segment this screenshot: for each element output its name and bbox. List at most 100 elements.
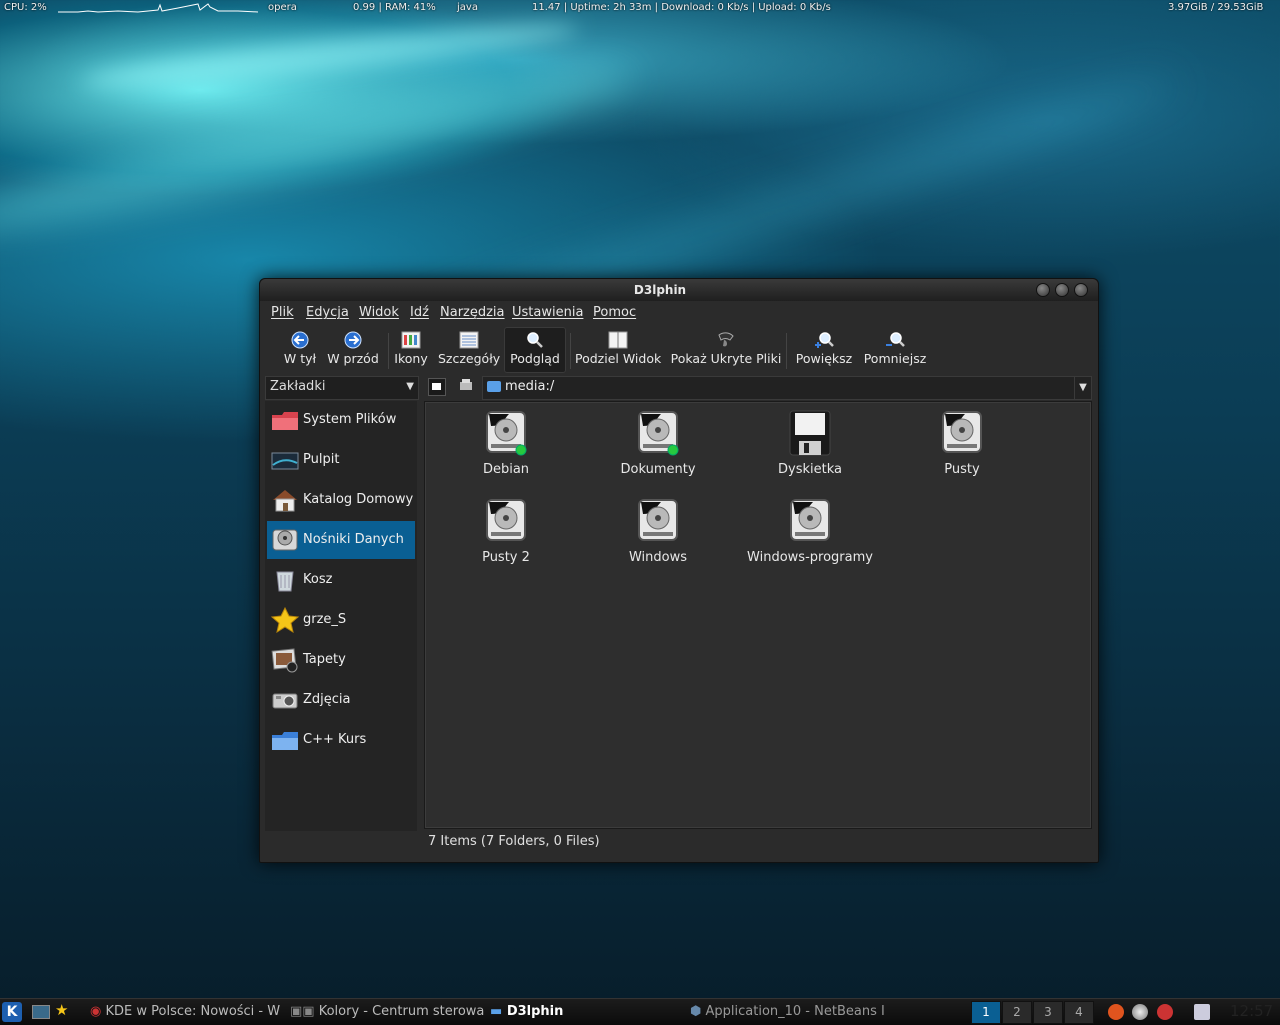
clear-icon (460, 379, 472, 390)
file-item-dokumenty[interactable]: Dokumenty (588, 408, 728, 488)
menu-plik[interactable]: Plik (271, 305, 294, 320)
file-manager-window: D3lphin Plik Edycja Widok Idź Narzędzia … (259, 278, 1099, 863)
maximize-button[interactable] (1055, 283, 1069, 297)
forward-button[interactable]: W przód (326, 327, 380, 373)
sidebar-item-system-plikow[interactable]: System Plików (267, 401, 415, 439)
process-name: opera (268, 2, 297, 13)
details-view-icon (459, 331, 479, 349)
file-item-pusty[interactable]: Pusty (892, 408, 1032, 488)
desktop-2[interactable]: 2 (1002, 1001, 1032, 1024)
cd-player-icon[interactable] (1132, 1004, 1148, 1020)
clear-location-button[interactable] (458, 377, 474, 393)
task-netbeans[interactable]: ⬢ Application_10 - NetBeans I (690, 1004, 886, 1019)
hidden-files-icon (718, 332, 734, 347)
disk-readout: 3.97GiB / 29.53GiB (1168, 2, 1264, 13)
split-view-button[interactable]: Podziel Widok (575, 327, 661, 373)
sidebar-item-tapety[interactable]: Tapety (267, 641, 415, 679)
toggle-location-editable-button[interactable] (428, 378, 446, 396)
location-input[interactable]: media:/ (505, 379, 554, 394)
browser-icon: ◉ (90, 1004, 102, 1019)
time-uptime-readout: 11.47 | Uptime: 2h 33m | Download: 0 Kb/… (532, 2, 831, 13)
preview-button[interactable]: Podgląd (504, 327, 566, 373)
red-folder-icon (272, 412, 298, 430)
zoom-out-icon (886, 332, 905, 347)
location-bar[interactable]: media:/ ▼ (482, 376, 1092, 400)
file-item-windows-programy[interactable]: Windows-programy (740, 496, 880, 576)
taskbar: K ★ ◉ KDE w Polsce: Nowości - Wy ▣▣ Kolo… (0, 998, 1280, 1025)
sidebar-item-katalog-domowy[interactable]: Katalog Domowy (267, 481, 415, 519)
desktop-4[interactable]: 4 (1064, 1001, 1094, 1024)
star-icon[interactable]: ★ (55, 1001, 68, 1019)
toolbar: W tył W przód Ikony Szczegóły Podgląd Po… (260, 327, 1098, 373)
sidebar-item-grze-s[interactable]: grze_S (267, 601, 415, 639)
menu-ustawienia[interactable]: Ustawienia (512, 305, 583, 320)
sidebar-item-nosniki-danych[interactable]: Nośniki Danych (267, 521, 415, 559)
file-item-debian[interactable]: Debian (436, 408, 576, 488)
status-bar: 7 Items (7 Folders, 0 Files) (428, 834, 600, 849)
show-hidden-files-button[interactable]: Pokaż Ukryte Pliki (670, 327, 782, 373)
sidebar-item-kosz[interactable]: Kosz (267, 561, 415, 599)
title-bar[interactable]: D3lphin (260, 279, 1098, 301)
sidebar-item-pulpit[interactable]: Pulpit (267, 441, 415, 479)
hard-disk-icon (272, 529, 298, 551)
wallpaper-streak (79, 13, 581, 97)
chevron-down-icon[interactable]: ▼ (1074, 377, 1091, 399)
trash-icon[interactable] (1194, 1004, 1210, 1020)
folder-icon: ▬ (490, 1004, 503, 1019)
bookmarks-select[interactable]: Zakładki ▼ (265, 376, 419, 400)
sidebar-item-zdjecia[interactable]: Zdjęcia (267, 681, 415, 719)
toolbar-separator (570, 333, 571, 369)
desktop-3[interactable]: 3 (1033, 1001, 1063, 1024)
system-monitor-bar: CPU: 2% opera 0.99 | RAM: 41% java 11.47… (0, 0, 1280, 16)
arrow-right-icon (344, 331, 362, 349)
kde-menu-icon[interactable]: K (2, 1002, 22, 1022)
file-view: Debian Dokumenty Dyskietka Pusty Pusty 2… (424, 401, 1092, 829)
clock[interactable]: 12:57 (1230, 1002, 1273, 1020)
menu-edycja[interactable]: Edycja (306, 305, 349, 320)
zoom-in-button[interactable]: Powiększ (794, 327, 854, 373)
file-item-dyskietka[interactable]: Dyskietka (740, 408, 880, 488)
control-center-icon: ▣▣ (290, 1004, 315, 1019)
file-item-pusty-2[interactable]: Pusty 2 (436, 496, 576, 576)
netbeans-icon: ⬢ (690, 1004, 702, 1019)
task-d3lphin[interactable]: ▬ D3lphin (490, 1004, 680, 1019)
desktop-icon (271, 452, 299, 470)
load-ram-readout: 0.99 | RAM: 41% (353, 2, 436, 13)
menu-narzedzia[interactable]: Narzędzia (440, 305, 505, 320)
close-button[interactable] (1074, 283, 1088, 297)
places-sidebar: System Plików Pulpit Katalog Domowy Nośn… (265, 401, 417, 831)
task-kde-w-polsce[interactable]: ◉ KDE w Polsce: Nowości - Wy (90, 1004, 280, 1019)
sidebar-item-cpp-kurs[interactable]: C++ Kurs (267, 721, 415, 759)
back-button[interactable]: W tył (280, 327, 320, 373)
toolbar-separator (388, 333, 389, 369)
edit-field-icon (432, 383, 441, 390)
minimize-button[interactable] (1036, 283, 1050, 297)
wallpaper-icon (271, 648, 298, 673)
star-icon (270, 607, 300, 633)
zoom-out-button[interactable]: Pomniejsz (862, 327, 928, 373)
details-view-button[interactable]: Szczegóły (438, 327, 500, 373)
menu-idz[interactable]: Idź (410, 305, 429, 320)
zoom-in-icon (815, 332, 834, 348)
window-title: D3lphin (633, 283, 687, 297)
cpu-graph (58, 3, 258, 13)
file-item-windows[interactable]: Windows (588, 496, 728, 576)
menu-widok[interactable]: Widok (359, 305, 399, 320)
menu-bar: Plik Edycja Widok Idź Narzędzia Ustawien… (260, 301, 1098, 325)
camera-icon (272, 693, 298, 709)
desktop-1[interactable]: 1 (971, 1001, 1001, 1024)
blue-folder-icon (272, 732, 298, 750)
arrow-left-icon (291, 331, 309, 349)
floppy-disk-icon (789, 410, 831, 456)
hard-disk-icon (638, 411, 679, 456)
menu-pomoc[interactable]: Pomoc (593, 305, 636, 320)
chevron-down-icon: ▼ (406, 381, 414, 392)
cpu-readout: CPU: 2% (4, 2, 47, 13)
icons-view-button[interactable]: Ikony (393, 327, 429, 373)
home-icon (273, 490, 297, 512)
folder-icon (487, 381, 501, 392)
task-kolory[interactable]: ▣▣ Kolory - Centrum sterowa (290, 1004, 484, 1019)
weather-icon[interactable] (1108, 1004, 1124, 1020)
messenger-icon[interactable] (1157, 1004, 1173, 1020)
show-desktop-icon[interactable] (32, 1005, 50, 1019)
